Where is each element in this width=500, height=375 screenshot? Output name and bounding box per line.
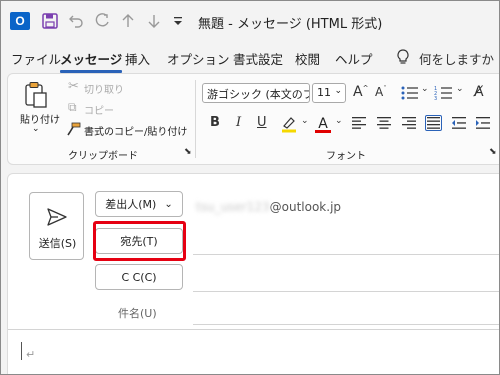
font-name-dropdown[interactable]: 游ゴシック (本文のフォ [202, 83, 310, 103]
highlight-chevron-down-icon[interactable]: ⌄ [301, 117, 309, 126]
send-button[interactable]: 送信(S) [29, 192, 84, 260]
paragraph-mark: ↵ [26, 348, 36, 361]
send-label: 送信(S) [38, 237, 77, 250]
redo-icon[interactable] [93, 12, 111, 30]
to-field[interactable] [193, 254, 499, 255]
from-account: tsu_user123@outlook.jp [196, 200, 341, 214]
up-arrow-icon[interactable] [119, 12, 137, 30]
shrink-font-icon[interactable]: Aˇ [375, 86, 387, 99]
chevron-down-icon: ⌄ [164, 198, 173, 210]
lightbulb-icon [395, 48, 411, 66]
tab-review[interactable]: 校閲 [295, 49, 320, 68]
align-center-icon[interactable] [376, 116, 392, 130]
from-label: 差出人(M) [105, 198, 157, 211]
format-painter-icon [67, 122, 81, 136]
numbering-icon[interactable]: 123 [433, 84, 455, 102]
header-body-divider [8, 329, 499, 330]
clipboard-group-label: クリップボード [68, 151, 138, 162]
subject-field[interactable] [193, 324, 499, 325]
decrease-indent-icon[interactable] [451, 116, 467, 130]
font-color-icon[interactable]: A [314, 114, 332, 134]
tab-help[interactable]: ヘルプ [335, 49, 373, 68]
from-account-domain: @outlook.jp [269, 200, 342, 214]
align-left-icon[interactable] [351, 116, 367, 130]
to-button-highlight [93, 221, 186, 261]
from-account-user: tsu_user123 [196, 200, 270, 214]
bullets-chevron-down-icon[interactable]: ⌄ [421, 85, 429, 94]
clear-formatting-icon[interactable]: A̸ [474, 85, 484, 99]
paste-chevron-down-icon[interactable]: ⌄ [32, 124, 40, 134]
title-bar: O 無題 - メッセージ (HTML 形式) [1, 1, 499, 41]
undo-icon[interactable] [67, 12, 85, 30]
cc-button[interactable]: C C(C) [95, 264, 183, 290]
text-cursor [21, 342, 22, 360]
from-button[interactable]: 差出人(M) ⌄ [95, 191, 183, 217]
align-right-icon[interactable] [401, 116, 417, 130]
font-size-value: 11 [317, 86, 331, 99]
tab-message[interactable]: メッセージ [60, 49, 123, 73]
ribbon: 貼り付け ⌄ ✂ 切り取り ⧉ コピー 書式のコピー/貼り付け クリップボード … [7, 73, 499, 165]
copy-button[interactable]: コピー [84, 102, 114, 117]
font-group-label: フォント [326, 151, 366, 162]
tab-insert[interactable]: 挿入 [125, 49, 150, 68]
paste-icon[interactable] [23, 80, 49, 110]
justify-icon[interactable] [425, 115, 442, 131]
numbering-chevron-down-icon[interactable]: ⌄ [456, 85, 464, 94]
tab-options[interactable]: オプション [167, 49, 230, 68]
copy-icon: ⧉ [68, 100, 77, 114]
save-icon[interactable] [41, 12, 59, 30]
scissors-icon: ✂ [68, 79, 79, 94]
compose-area: 送信(S) 差出人(M) ⌄ tsu_user123@outlook.jp 宛先… [7, 173, 499, 374]
chevron-down-icon: ⌄ [334, 86, 342, 96]
down-arrow-icon[interactable] [145, 12, 163, 30]
outlook-logo-icon: O [10, 12, 34, 30]
dialog-launcher-icon[interactable]: ⬊ [184, 148, 192, 157]
paste-button[interactable]: 貼り付け [20, 111, 60, 126]
tab-format-text[interactable]: 書式設定 [233, 49, 283, 68]
tab-file[interactable]: ファイル [11, 49, 61, 68]
highlighter-icon[interactable] [279, 114, 299, 134]
bold-icon[interactable]: B [210, 116, 220, 129]
cc-field[interactable] [193, 291, 499, 292]
customize-quick-access-icon[interactable] [171, 13, 185, 29]
outlook-compose-window: O 無題 - メッセージ (HTML 形式) ファイル メッセージ 挿入 オプシ… [0, 0, 500, 375]
underline-icon[interactable]: U [257, 116, 267, 129]
increase-indent-icon[interactable] [475, 116, 491, 130]
subject-label: 件名(U) [118, 307, 157, 320]
grow-font-icon[interactable]: A^ [353, 85, 368, 99]
tell-me-search[interactable]: 何をしますか [419, 49, 494, 68]
font-color-chevron-down-icon[interactable]: ⌄ [335, 117, 343, 126]
svg-text:3: 3 [434, 96, 437, 101]
italic-icon[interactable]: I [236, 116, 241, 129]
font-dialog-launcher-icon[interactable]: ⬊ [489, 148, 497, 157]
group-divider [195, 80, 196, 158]
send-icon [46, 207, 68, 230]
window-title: 無題 - メッセージ (HTML 形式) [198, 17, 383, 32]
ribbon-tabs: ファイル メッセージ 挿入 オプション 書式設定 校閲 ヘルプ 何をしますか [1, 45, 499, 73]
cut-button[interactable]: 切り取り [84, 81, 124, 96]
font-size-dropdown[interactable]: 11 ⌄ [312, 83, 346, 103]
bullets-icon[interactable] [399, 84, 421, 102]
format-painter-button[interactable]: 書式のコピー/貼り付け [84, 123, 187, 138]
